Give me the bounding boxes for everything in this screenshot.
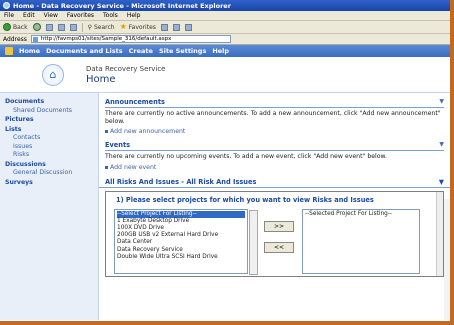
browser-window: Home - Data Recovery Service - Microsoft… bbox=[0, 0, 454, 325]
title-bar: Home - Data Recovery Service - Microsoft… bbox=[0, 0, 450, 11]
ql-pictures[interactable]: Pictures bbox=[5, 116, 98, 125]
search-icon: ⚲ bbox=[87, 23, 92, 31]
ie-icon bbox=[3, 2, 10, 9]
address-input[interactable]: http://favmps01/sites/Sample_316/default… bbox=[30, 35, 231, 43]
forward-arrow-icon[interactable] bbox=[32, 23, 41, 31]
events-title-bar: Events ▼ bbox=[105, 141, 444, 151]
main-content: Announcements ▼ There are currently no a… bbox=[99, 93, 450, 320]
page-body: Documents Shared Documents Pictures List… bbox=[0, 93, 450, 320]
chevron-down-icon[interactable]: ▼ bbox=[439, 98, 444, 106]
page-header: ⌂ Data Recovery Service Home bbox=[0, 57, 450, 93]
menu-view[interactable]: View bbox=[44, 12, 58, 19]
toolbar-divider bbox=[81, 22, 83, 32]
ql-documents[interactable]: Documents bbox=[5, 98, 98, 107]
events-title[interactable]: Events bbox=[105, 141, 130, 149]
remove-project-button[interactable]: << bbox=[264, 241, 294, 253]
mail-icon[interactable] bbox=[172, 23, 180, 31]
page-scrollbar[interactable] bbox=[444, 199, 450, 320]
list-item[interactable]: 200GB USB v2 External Hard Drive bbox=[117, 232, 245, 239]
media-icon[interactable] bbox=[160, 23, 168, 31]
ql-discussions[interactable]: Discussions bbox=[5, 161, 98, 170]
frame-scrollbar[interactable] bbox=[436, 191, 443, 276]
announcements-title[interactable]: Announcements bbox=[105, 98, 165, 106]
nav-documents-and-lists[interactable]: Documents and Lists bbox=[46, 47, 123, 55]
refresh-icon[interactable] bbox=[57, 23, 65, 31]
ql-surveys[interactable]: Surveys bbox=[5, 179, 98, 188]
page-icon bbox=[32, 37, 38, 42]
toolbar: Back ⚲ Search ★ Favorites bbox=[0, 21, 450, 34]
star-icon: ★ bbox=[119, 22, 127, 31]
bullet-icon bbox=[105, 130, 108, 133]
quick-launch: Documents Shared Documents Pictures List… bbox=[0, 93, 99, 320]
menu-bar: File Edit View Favorites Tools Help bbox=[0, 11, 450, 21]
list-scrollbar[interactable] bbox=[249, 209, 258, 275]
back-arrow-icon bbox=[3, 23, 11, 31]
back-button[interactable]: Back bbox=[3, 23, 28, 31]
stop-icon[interactable] bbox=[45, 23, 53, 31]
add-announcement-link[interactable]: Add new announcement bbox=[105, 128, 444, 135]
add-event-link[interactable]: Add new event bbox=[105, 164, 444, 171]
list-item[interactable]: --Select Project For Listing-- bbox=[117, 210, 245, 218]
top-navigation: Home Documents and Lists Create Site Set… bbox=[0, 45, 450, 57]
list-item[interactable]: Data Recovery Service bbox=[117, 247, 245, 254]
risks-instructions: 1) Please select projects for which you … bbox=[116, 195, 374, 204]
announcements-title-bar: Announcements ▼ bbox=[105, 98, 444, 108]
list-item[interactable]: Data Center bbox=[117, 239, 245, 246]
risks-title[interactable]: All Risks And Issues - All Risk And Issu… bbox=[105, 178, 256, 186]
menu-file[interactable]: File bbox=[4, 12, 14, 19]
menu-edit[interactable]: Edit bbox=[23, 12, 35, 19]
sharepoint-logo-icon bbox=[5, 47, 13, 55]
favorites-button[interactable]: ★ Favorites bbox=[120, 23, 156, 31]
bullet-icon bbox=[105, 165, 108, 169]
list-item[interactable]: Double Wide Ultra SCSI Hard Drive bbox=[117, 254, 245, 261]
nav-home[interactable]: Home bbox=[19, 47, 40, 55]
header-text: Data Recovery Service Home bbox=[86, 65, 166, 85]
nav-site-settings[interactable]: Site Settings bbox=[159, 47, 206, 55]
ql-general-discussion[interactable]: General Discussion bbox=[5, 169, 98, 178]
menu-tools[interactable]: Tools bbox=[103, 12, 118, 19]
ql-risks[interactable]: Risks bbox=[5, 151, 98, 160]
announcements-text: There are currently no active announceme… bbox=[105, 110, 441, 125]
list-item[interactable]: 100X DVD Drive bbox=[117, 225, 245, 232]
page-title: Home bbox=[86, 73, 116, 85]
search-button[interactable]: ⚲ Search bbox=[88, 24, 115, 31]
address-label: Address bbox=[3, 35, 27, 43]
chevron-down-icon[interactable]: ▼ bbox=[439, 141, 444, 149]
risks-frame: 1) Please select projects for which you … bbox=[105, 190, 444, 277]
events-text: There are currently no upcoming events. … bbox=[105, 153, 388, 160]
site-home-icon: ⌂ bbox=[42, 63, 64, 86]
site-name: Data Recovery Service bbox=[86, 64, 166, 73]
address-url: http://favmps01/sites/Sample_316/default… bbox=[40, 36, 172, 42]
risks-title-bar: All Risks And Issues - All Risk And Issu… bbox=[99, 177, 450, 188]
chevron-down-icon[interactable]: ▼ bbox=[439, 178, 444, 186]
print-icon[interactable] bbox=[184, 23, 192, 31]
address-bar: Address http://favmps01/sites/Sample_316… bbox=[0, 34, 450, 45]
available-projects-list[interactable]: --Select Project For Listing-- 1 Exabyte… bbox=[114, 208, 258, 275]
ql-shared-documents[interactable]: Shared Documents bbox=[5, 107, 98, 116]
add-project-button[interactable]: >> bbox=[264, 220, 294, 232]
home-icon[interactable] bbox=[69, 23, 77, 31]
ql-contacts[interactable]: Contacts bbox=[5, 134, 98, 143]
nav-help[interactable]: Help bbox=[212, 47, 229, 55]
selected-projects-list[interactable]: --Selected Project For Listing-- bbox=[302, 208, 420, 274]
ql-issues[interactable]: Issues bbox=[5, 143, 98, 152]
list-item[interactable]: --Selected Project For Listing-- bbox=[305, 211, 417, 218]
nav-create[interactable]: Create bbox=[129, 47, 153, 55]
menu-help[interactable]: Help bbox=[127, 12, 141, 19]
window-title: Home - Data Recovery Service - Microsoft… bbox=[13, 1, 231, 10]
menu-favorites[interactable]: Favorites bbox=[67, 12, 94, 19]
list-item[interactable]: 1 Exabyte Desktop Drive bbox=[117, 218, 245, 225]
ql-lists[interactable]: Lists bbox=[5, 126, 98, 135]
